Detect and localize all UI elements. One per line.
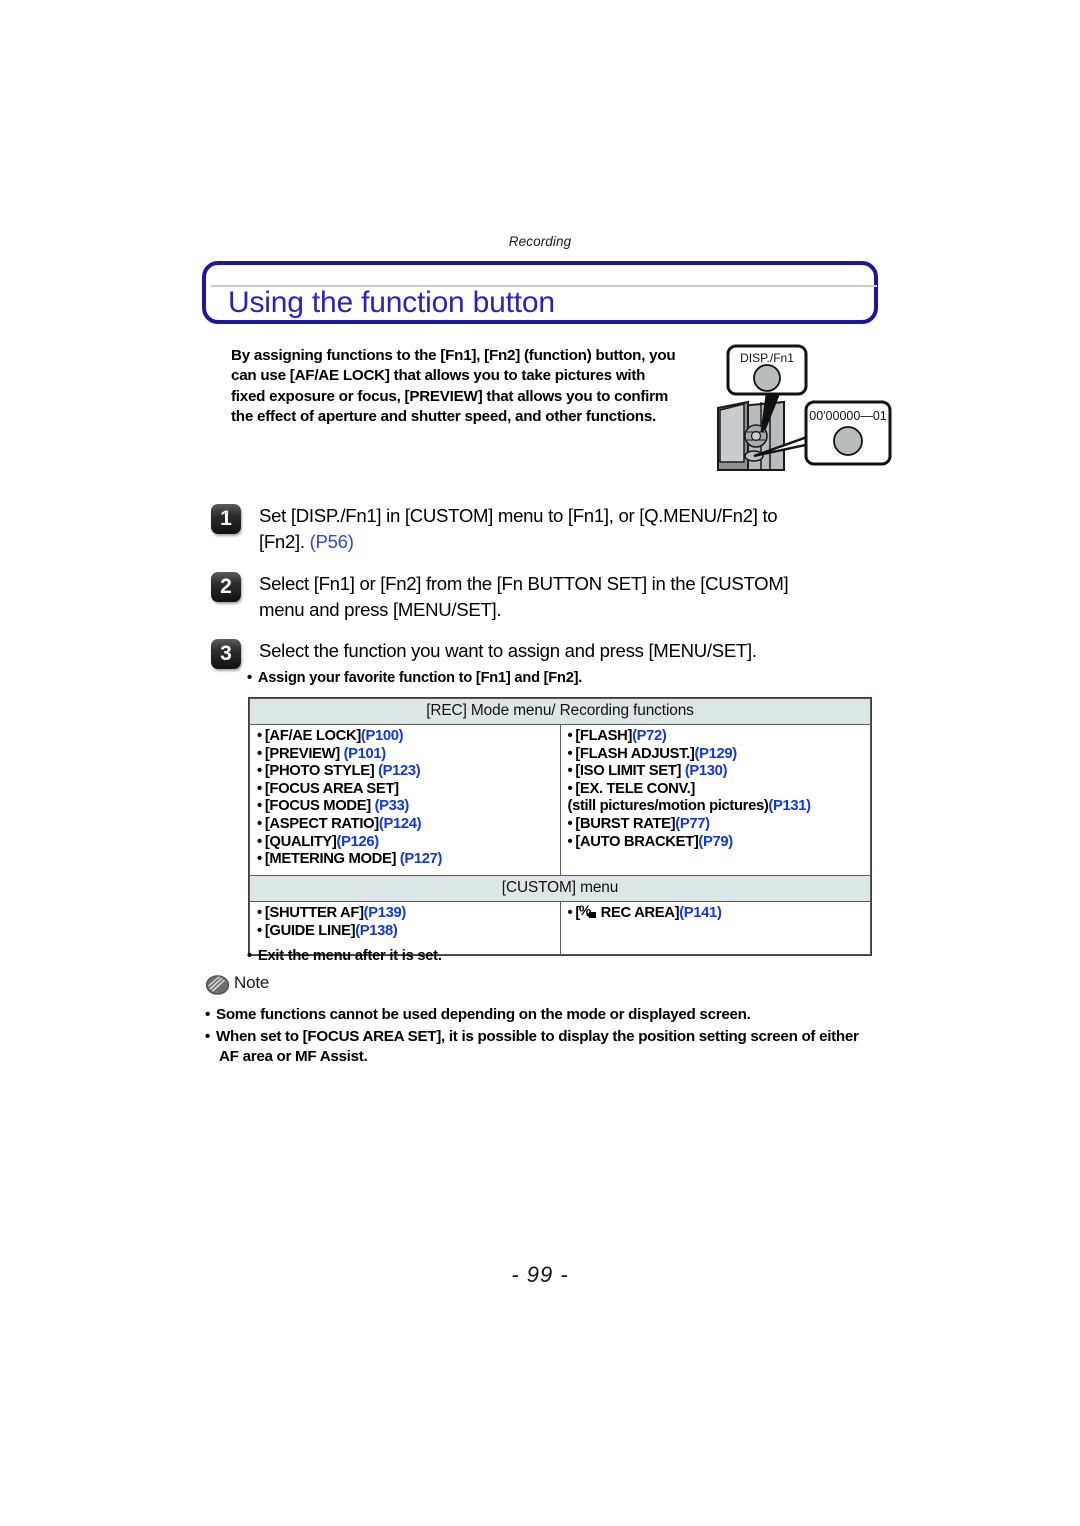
rec-menu-header: [REC] Mode menu/ Recording functions	[249, 698, 871, 725]
page-title: Using the function button	[228, 286, 555, 319]
list-item: •[% REC AREA](P141)	[567, 902, 722, 921]
bullet-dot-icon: •	[205, 1027, 211, 1045]
custom-menu-header: [CUSTOM] menu	[249, 875, 871, 902]
function-assignment-table: [REC] Mode menu/ Recording functions • [A…	[248, 697, 872, 956]
exit-menu-bullet-text: Exit the menu after it is set.	[257, 948, 442, 964]
note-item-2-line-1: When set to [FOCUS AREA SET], it is poss…	[216, 1027, 859, 1045]
step-1-line-2: [Fn2]. (P56)	[259, 529, 899, 555]
intro-line-3: fixed exposure or focus, [PREVIEW] that …	[231, 387, 669, 405]
manual-page: Recording Using the function button By a…	[0, 0, 1080, 1526]
step-1-badge: 1	[211, 504, 241, 534]
step-1-line-2-text: [Fn2].	[259, 530, 305, 552]
motion-picture-icon: %	[579, 903, 596, 918]
rec-menu-left-cell: • [AF/AE LOCK](P100) • [PREVIEW] (P101) •[…	[249, 724, 561, 876]
list-item: • [PREVIEW] (P101)	[257, 745, 386, 762]
table-row-rec-items: • [AF/AE LOCK](P100) • [PREVIEW] (P101) •[…	[249, 724, 871, 876]
list-item: • [QUALITY](P126)	[257, 833, 379, 850]
intro-line-1: By assigning functions to the [Fn1], [Fn…	[231, 347, 676, 364]
list-item: • [FOCUS AREA SET]	[257, 780, 399, 797]
list-item: • [EX. TELE CONV.]	[567, 780, 696, 797]
step-2-line-1: Select [Fn1] or [Fn2] from the [Fn BUTTO…	[259, 573, 789, 594]
list-item: • [METERING MODE] (P127)	[257, 851, 443, 868]
callout-top: DISP./Fn1	[726, 344, 808, 396]
intro-line-2: can use [AF/AE LOCK] that allows you to …	[231, 367, 646, 385]
step-1-text: Set [DISP./Fn1] in [CUSTOM] menu to [Fn1…	[259, 503, 899, 554]
camera-body-shape	[717, 400, 785, 471]
intro-line-4: the effect of aperture and shutter speed…	[231, 408, 656, 426]
page-number: - 99 -	[511, 1262, 569, 1287]
page-title-box: Using the function button	[202, 261, 878, 324]
step-2-text: Select [Fn1] or [Fn2] from the [Fn BUTTO…	[259, 571, 899, 622]
table-row-custom-items: • [SHUTTER AF](P139) • [GUIDE LINE](P138) …	[249, 901, 871, 955]
running-header: Recording	[508, 234, 572, 249]
bullet-dot-icon: •	[247, 670, 252, 686]
list-item: • [FLASH ADJUST.](P129)	[567, 745, 738, 762]
camera-illustration: DISP./Fn1 00'00000—01	[706, 344, 896, 484]
list-item: • [ASPECT RATIO](P124)	[257, 815, 422, 832]
assign-favorite-bullet: • Assign your favorite function to [Fn1] …	[247, 670, 582, 686]
list-item: • [AF/AE LOCK](P100)	[257, 728, 404, 744]
assign-favorite-bullet-text: Assign your favorite function to [Fn1] a…	[257, 670, 583, 686]
table-row-custom-header: [CUSTOM] menu	[249, 875, 871, 902]
list-item: • [AUTO BRACKET](P79)	[567, 833, 734, 850]
rec-menu-right-cell: • [FLASH](P72) • [FLASH ADJUST.](P129) • [I…	[559, 724, 871, 876]
svg-text:00'00000—01: 00'00000—01	[809, 409, 887, 423]
list-item: • [FOCUS MODE] (P33)	[257, 798, 409, 815]
note-list: • Some functions cannot be used dependin…	[205, 1005, 945, 1069]
list-item: • [GUIDE LINE](P138)	[257, 922, 398, 939]
svg-text:DISP./Fn1: DISP./Fn1	[740, 351, 794, 365]
step-1-page-ref[interactable]: (P56)	[310, 531, 354, 552]
note-label: Note	[234, 973, 270, 992]
bullet-dot-icon: •	[247, 948, 252, 964]
list-item: • [BURST RATE](P77)	[567, 815, 711, 832]
step-3-badge: 3	[211, 639, 241, 669]
note-item: • Some functions cannot be used dependin…	[205, 1005, 945, 1026]
callout-bottom: 00'00000—01	[804, 400, 892, 466]
step-1-line-1: Set [DISP./Fn1] in [CUSTOM] menu to [Fn1…	[259, 505, 778, 526]
list-item: • [FLASH](P72)	[567, 728, 667, 744]
step-2-line-2: menu and press [MENU/SET].	[259, 598, 502, 620]
list-item: • [SHUTTER AF](P139)	[257, 905, 406, 921]
list-item: • [PHOTO STYLE] (P123)	[257, 763, 421, 780]
table-row-rec-header: [REC] Mode menu/ Recording functions	[249, 698, 871, 725]
note-pencil-icon	[206, 975, 229, 995]
list-item: • [ISO LIMIT SET] (P130)	[567, 763, 728, 780]
intro-paragraph: By assigning functions to the [Fn1], [Fn…	[231, 346, 751, 428]
step-3-line-1: Select the function you want to assign a…	[259, 640, 757, 661]
bullet-dot-icon: •	[205, 1006, 211, 1023]
note-item-2-line-2: AF area or MF Assist.	[219, 1048, 368, 1066]
note-item-1-line-1: Some functions cannot be used depending …	[216, 1006, 751, 1023]
step-3-text: Select the function you want to assign a…	[259, 638, 899, 664]
step-2-badge: 2	[211, 572, 241, 602]
custom-menu-right-cell: •[% REC AREA](P141)	[559, 901, 871, 955]
list-item: (still pictures/motion pictures)(P131)	[567, 798, 812, 815]
custom-menu-left-cell: • [SHUTTER AF](P139) • [GUIDE LINE](P138)	[249, 901, 561, 955]
note-item: • When set to [FOCUS AREA SET], it is po…	[205, 1027, 945, 1068]
exit-menu-bullet: • Exit the menu after it is set.	[247, 948, 442, 964]
